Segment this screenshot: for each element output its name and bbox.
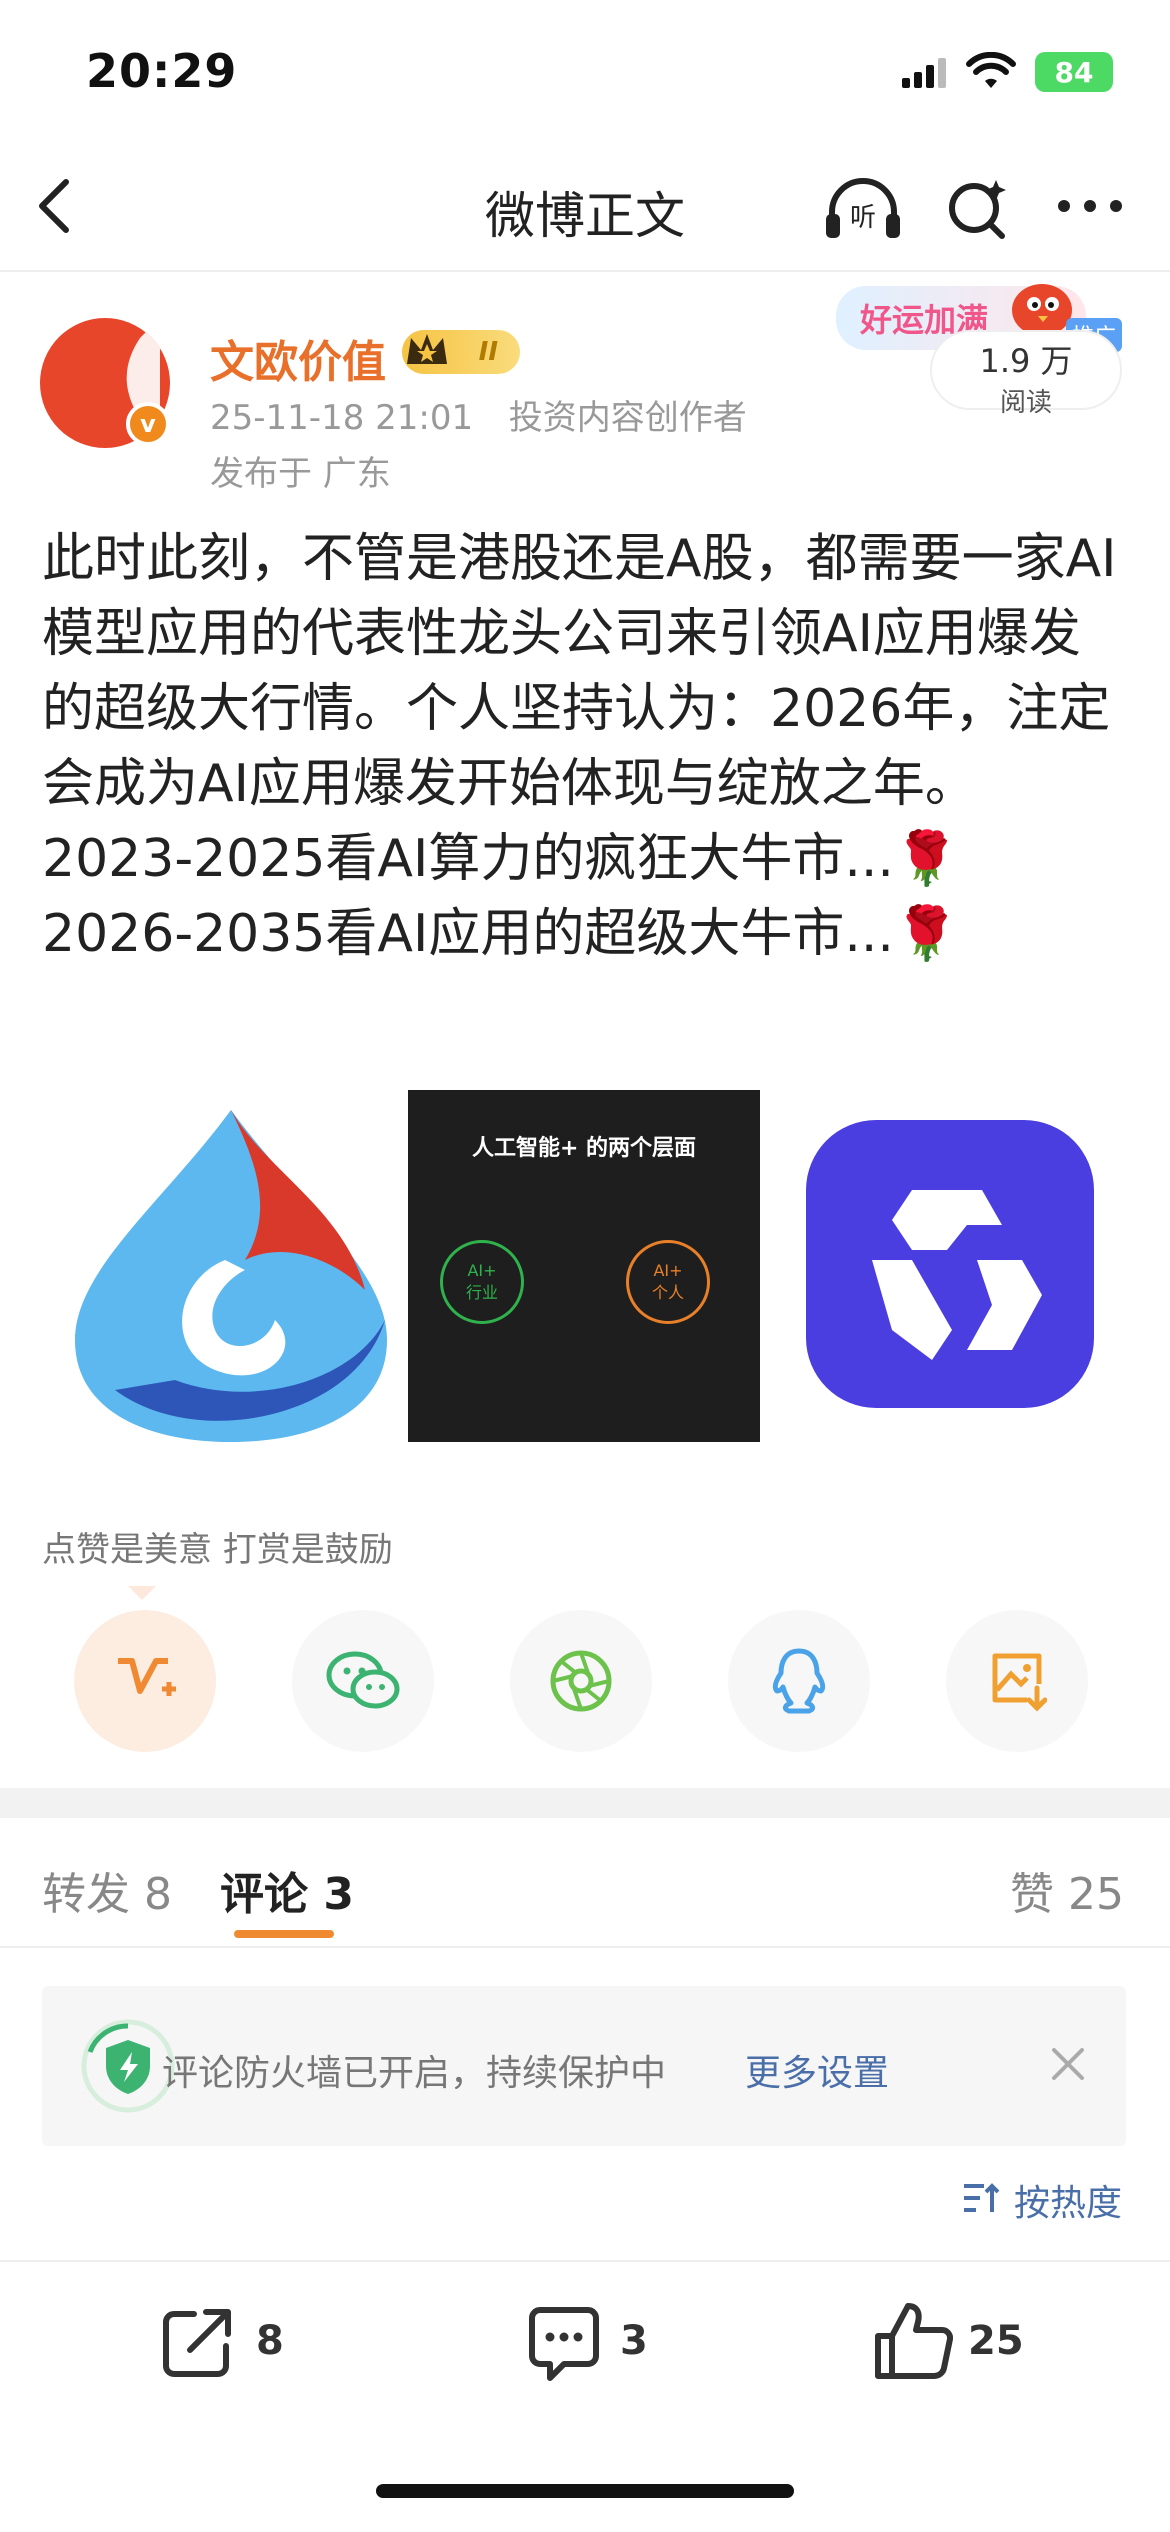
- ai-personal-circle: AI+ 个人: [626, 1240, 710, 1324]
- reward-text: 点赞是美意 打赏是鼓励: [42, 1530, 393, 1570]
- sort-icon[interactable]: [962, 2180, 1002, 2220]
- sort-by-hot-button[interactable]: 按热度: [1014, 2174, 1122, 2226]
- post-image-3[interactable]: [762, 1090, 1114, 1442]
- wechat-share-button[interactable]: [292, 1610, 434, 1752]
- more-settings-link[interactable]: 更多设置: [745, 2044, 889, 2096]
- post-content: 此时此刻，不管是港股还是A股，都需要一家AI模型应用的代表性龙头公司来引领AI应…: [42, 522, 1132, 972]
- author-role: 投资内容创作者: [508, 398, 747, 438]
- status-time: 20:29: [86, 44, 238, 98]
- tab-likes[interactable]: 赞 25: [1010, 1858, 1124, 1922]
- listen-button[interactable]: 听: [822, 174, 904, 244]
- post-location: 发布于 广东: [210, 454, 391, 494]
- more-options-button[interactable]: [1054, 194, 1126, 218]
- comment-bottom-button[interactable]: [524, 2304, 604, 2384]
- image-title: 人工智能+ 的两个层面: [471, 1136, 697, 1161]
- share-count: 8: [256, 2318, 284, 2364]
- signal-icon: [900, 56, 948, 94]
- wifi-icon: [966, 51, 1016, 96]
- post-image-1[interactable]: [55, 1090, 407, 1442]
- svg-text:听: 听: [850, 203, 876, 233]
- section-divider: [0, 1788, 1170, 1818]
- tab-comments[interactable]: 评论 3: [220, 1858, 354, 1922]
- rose-emoji: 🌹: [893, 829, 959, 889]
- like-bottom-button[interactable]: [872, 2298, 954, 2382]
- post-date: 25-11-18 21:01: [210, 398, 474, 438]
- read-count-label: 阅读: [999, 388, 1052, 418]
- ai-industry-circle: AI+ 行业: [440, 1240, 524, 1324]
- read-count-badge: 1.9 万 阅读: [930, 330, 1122, 418]
- save-image-button[interactable]: [946, 1610, 1088, 1752]
- comment-count: 3: [323, 1869, 354, 1920]
- tabs-divider: [0, 1946, 1170, 1948]
- like-count: 25: [1068, 1869, 1124, 1920]
- rose-emoji: 🌹: [893, 904, 959, 964]
- post-line: 2026-2035看AI应用的超级大牛市...🌹: [42, 904, 959, 964]
- firewall-status-text: 评论防火墙已开启，持续保护中: [162, 2053, 667, 2094]
- bottom-bar-divider: [0, 2260, 1170, 2262]
- reward-button[interactable]: [74, 1610, 216, 1752]
- author-name[interactable]: 文欧价值: [210, 326, 386, 390]
- nav-divider: [0, 270, 1170, 272]
- reward-pointer: [128, 1586, 156, 1600]
- crown-icon: [402, 326, 452, 383]
- tab-repost[interactable]: 转发 8: [42, 1858, 172, 1922]
- post-image-2[interactable]: 人工智能+ 的两个层面 AI+ 行业 AI+ 个人: [408, 1090, 760, 1442]
- ai-search-button[interactable]: [944, 174, 1010, 244]
- post-line: 2023-2025看AI算力的疯狂大牛市...🌹: [42, 829, 959, 889]
- tab-active-indicator: [234, 1930, 334, 1938]
- close-icon[interactable]: [1050, 2046, 1086, 2086]
- moments-share-button[interactable]: [510, 1610, 652, 1752]
- post-paragraph: 此时此刻，不管是港股还是A股，都需要一家AI模型应用的代表性龙头公司来引领AI应…: [42, 529, 1117, 814]
- battery-indicator: 84: [1035, 52, 1113, 92]
- comment-count-bottom: 3: [620, 2318, 648, 2364]
- vip-level-badge: II: [402, 330, 520, 374]
- home-indicator[interactable]: [376, 2484, 794, 2498]
- qq-share-button[interactable]: [728, 1610, 870, 1752]
- post-meta: 25-11-18 21:01 投资内容创作者: [210, 390, 747, 439]
- share-bottom-button[interactable]: [160, 2304, 320, 2384]
- repost-count: 8: [144, 1869, 172, 1920]
- read-count: 1.9 万: [979, 342, 1073, 380]
- like-count-bottom: 25: [968, 2318, 1024, 2364]
- vip-level-label: II: [478, 337, 498, 367]
- verified-badge: v: [126, 402, 170, 446]
